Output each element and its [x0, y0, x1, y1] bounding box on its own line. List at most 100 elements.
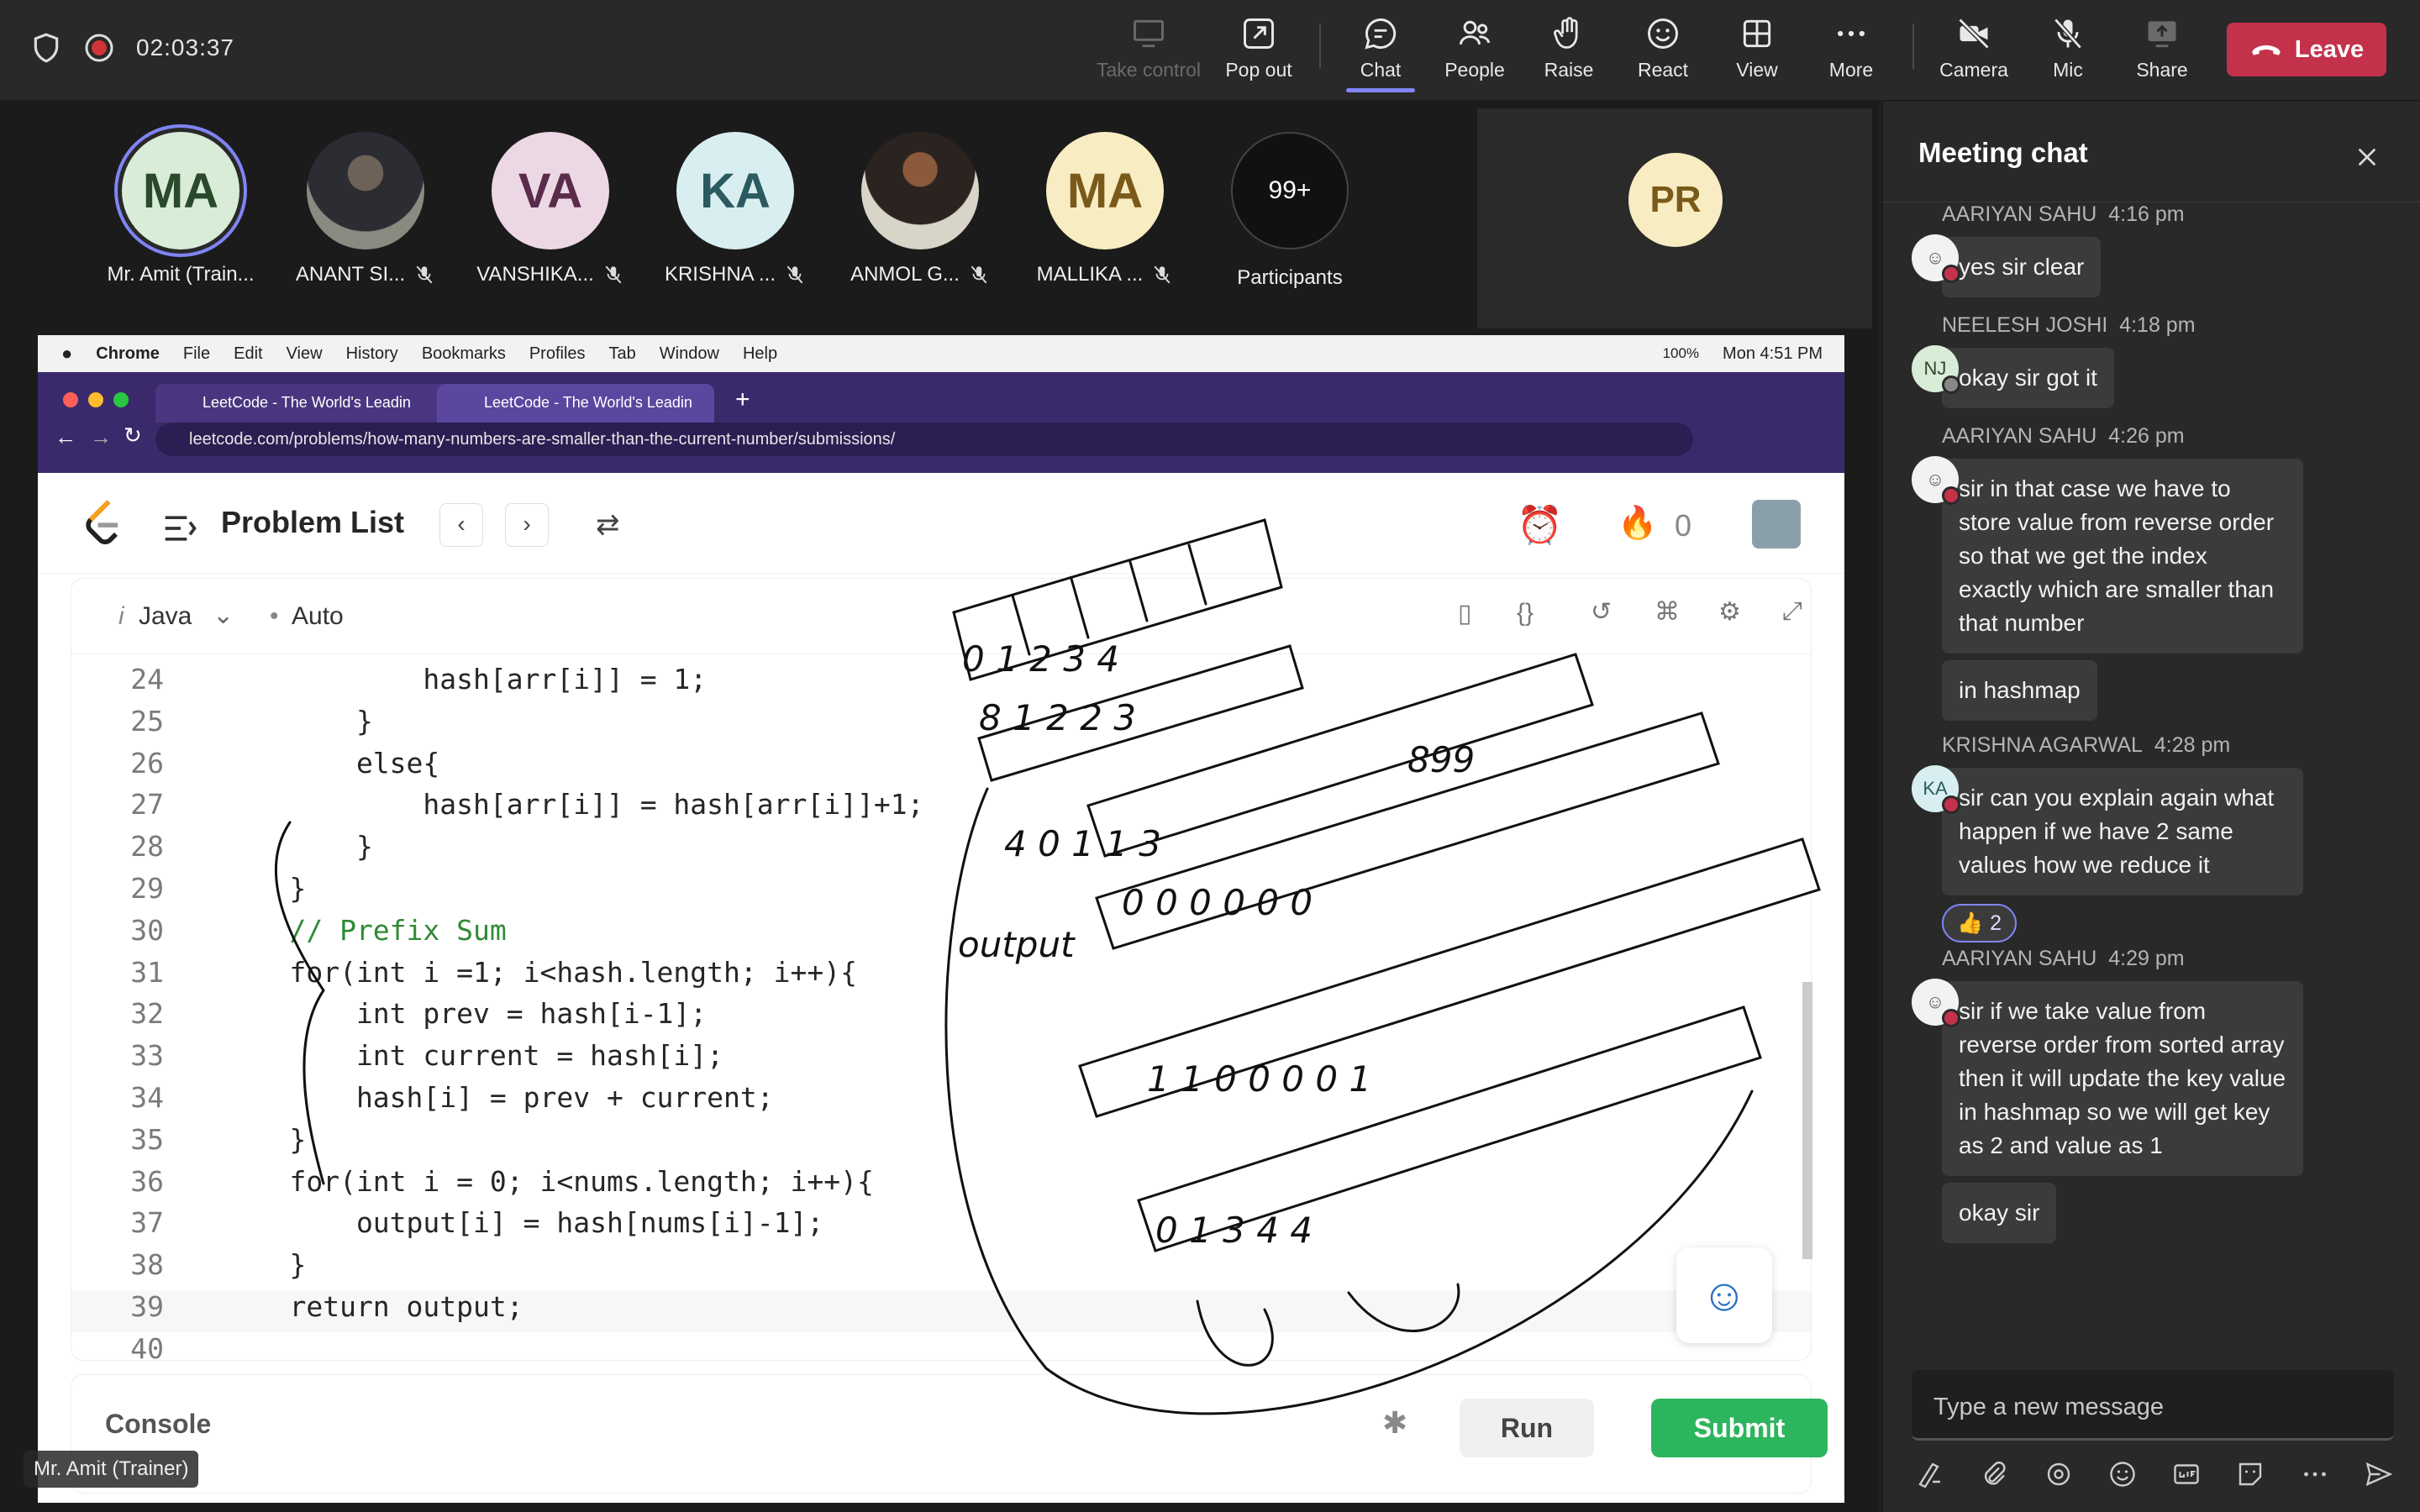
pop-out-button[interactable]: Pop out	[1213, 15, 1305, 87]
line-number: 25	[130, 704, 164, 738]
participant-tile[interactable]: MA Mr. Amit (Train...	[97, 132, 265, 286]
close-icon[interactable]	[2354, 144, 2381, 171]
share-button[interactable]: Share	[2116, 15, 2208, 87]
send-icon[interactable]	[2364, 1459, 2394, 1489]
language-icon: i	[118, 602, 124, 630]
language-select[interactable]: Java	[139, 602, 192, 631]
code-line[interactable]: 36 for(int i = 0; i<nums.length; i++){	[71, 1165, 1811, 1207]
view-button[interactable]: View	[1711, 15, 1803, 87]
mic-muted-icon	[971, 265, 987, 284]
problem-list-icon[interactable]	[162, 512, 199, 545]
format-icon[interactable]	[1915, 1459, 1945, 1489]
participant-tile[interactable]: VA VANSHIKA...	[466, 132, 634, 286]
more-button[interactable]: More	[1805, 15, 1897, 87]
avatar: ☺	[1912, 234, 1960, 283]
code-line[interactable]: 33 int current = hash[i];	[71, 1039, 1811, 1081]
shortcuts-icon[interactable]: ⌘	[1655, 597, 1680, 627]
code-text: hash[arr[i]] = hash[arr[i]]+1;	[223, 788, 924, 822]
loop-icon[interactable]	[2044, 1459, 2074, 1489]
leave-button[interactable]: Leave	[2227, 23, 2386, 76]
forward-icon[interactable]: →	[90, 424, 112, 450]
problem-list-title[interactable]: Problem List	[221, 505, 404, 540]
close-window-icon[interactable]	[63, 392, 78, 407]
code-line[interactable]: 40	[71, 1332, 1811, 1374]
code-line[interactable]: 28 }	[71, 830, 1811, 872]
alarm-clock-icon[interactable]: ⏰	[1517, 503, 1563, 547]
code-line[interactable]: 37 output[i] = hash[nums[i]-1];	[71, 1206, 1811, 1248]
bookmark-icon[interactable]: ▯	[1458, 599, 1472, 628]
participants-count: 99+	[1231, 132, 1349, 249]
code-line[interactable]: 29 }	[71, 872, 1811, 914]
avatar: MA	[122, 132, 239, 249]
participants-overflow[interactable]: 99+ Participants	[1206, 132, 1374, 290]
address-bar[interactable]: leetcode.com/problems/how-many-numbers-a…	[155, 423, 1693, 456]
code-line[interactable]: 27 hash[arr[i]] = hash[arr[i]]+1;	[71, 788, 1811, 830]
back-icon[interactable]: ←	[55, 424, 76, 450]
streak-flame-icon[interactable]: 🔥	[1618, 505, 1657, 542]
people-icon	[1460, 20, 1490, 45]
console-toggle[interactable]: Console	[105, 1409, 211, 1440]
code-editor[interactable]: i Java ⌄ • Auto ▯ {} ↺ ⌘ ⚙ ⤢ 24 hash[arr…	[71, 579, 1812, 1365]
leetcode-nav: Problem List ‹ › ⇄ ⏰ 🔥 0	[38, 473, 1844, 574]
reaction-badge[interactable]: 👍 2	[1942, 904, 2018, 942]
next-problem-button[interactable]: ›	[505, 503, 549, 547]
react-button[interactable]: React	[1617, 15, 1709, 87]
participant-name: ANMOL G...	[836, 263, 1004, 286]
emoji-icon[interactable]	[2107, 1459, 2138, 1489]
format-code-icon[interactable]: {}	[1517, 599, 1534, 627]
participant-tile[interactable]: KA KRISHNA ...	[651, 132, 819, 286]
run-button[interactable]: Run	[1460, 1399, 1594, 1457]
submit-button[interactable]: Submit	[1651, 1399, 1828, 1457]
gif-icon[interactable]	[2171, 1459, 2202, 1489]
participant-tile[interactable]: ANMOL G...	[836, 132, 1004, 286]
people-button[interactable]: People	[1428, 15, 1521, 87]
attach-icon[interactable]	[1979, 1459, 2009, 1489]
shuffle-icon[interactable]: ⇄	[596, 508, 620, 542]
raise-hand-button[interactable]: Raise	[1523, 15, 1615, 87]
new-tab-icon[interactable]: +	[735, 386, 750, 414]
reset-icon[interactable]: ↺	[1591, 597, 1612, 627]
camera-button[interactable]: Camera	[1928, 15, 2020, 87]
pop-out-icon	[1244, 18, 1274, 49]
code-line[interactable]: 25 }	[71, 705, 1811, 747]
fullscreen-icon[interactable]: ⤢	[1782, 597, 1802, 626]
code-text: }	[223, 1248, 307, 1282]
more-options-icon[interactable]	[2300, 1459, 2330, 1489]
avatar: KA	[676, 132, 794, 249]
sticker-icon[interactable]	[2235, 1459, 2265, 1489]
pinned-participant-tile[interactable]: PR	[1477, 108, 1872, 328]
mac-clock: Mon 4:51 PM	[1723, 344, 1823, 363]
message-compose-box[interactable]: Type a new message	[1912, 1370, 2394, 1441]
code-line[interactable]: 30 // Prefix Sum	[71, 914, 1811, 956]
take-control-button[interactable]: Take control	[1097, 15, 1201, 87]
user-avatar[interactable]	[1752, 500, 1801, 549]
chat-button[interactable]: Chat	[1334, 15, 1427, 92]
code-line[interactable]: 32 int prev = hash[i-1];	[71, 997, 1811, 1039]
code-line[interactable]: 31 for(int i =1; i<hash.length; i++){	[71, 956, 1811, 998]
code-line[interactable]: 26 else{	[71, 747, 1811, 789]
chevron-down-icon[interactable]: ⌄	[213, 601, 234, 630]
streak-count: 0	[1675, 508, 1692, 543]
code-line[interactable]: 38 }	[71, 1248, 1811, 1290]
browser-tab-active[interactable]: LeetCode - The World's Leadin	[437, 384, 714, 423]
settings-icon[interactable]: ⚙	[1718, 597, 1741, 627]
editor-scrollbar[interactable]	[1802, 982, 1812, 1259]
message-bubble: sir can you explain again what happen if…	[1942, 768, 2303, 895]
code-line[interactable]: 24 hash[arr[i]] = 1;	[71, 663, 1811, 705]
minimize-window-icon[interactable]	[88, 392, 103, 407]
smiley-icon	[1648, 18, 1678, 49]
participant-tile[interactable]: MA MALLIKA ...	[1021, 132, 1189, 286]
code-line[interactable]: 34 hash[i] = prev + current;	[71, 1081, 1811, 1123]
code-line[interactable]: 35 }	[71, 1123, 1811, 1165]
participant-tile[interactable]: ANANT SI...	[281, 132, 450, 286]
code-line[interactable]: 39 return output;	[71, 1289, 1811, 1332]
prev-problem-button[interactable]: ‹	[439, 503, 483, 547]
browser-tab[interactable]: LeetCode - The World's Leadin	[155, 384, 466, 423]
reload-icon[interactable]: ↻	[124, 423, 142, 449]
feedback-chat-icon[interactable]: ☺	[1676, 1247, 1772, 1343]
thumbs-up-icon: 👍	[1957, 911, 1984, 935]
debug-icon[interactable]: ✱	[1382, 1405, 1407, 1441]
maximize-window-icon[interactable]	[113, 392, 129, 407]
mic-button[interactable]: Mic	[2022, 15, 2114, 87]
chat-title: Meeting chat	[1918, 137, 2088, 168]
